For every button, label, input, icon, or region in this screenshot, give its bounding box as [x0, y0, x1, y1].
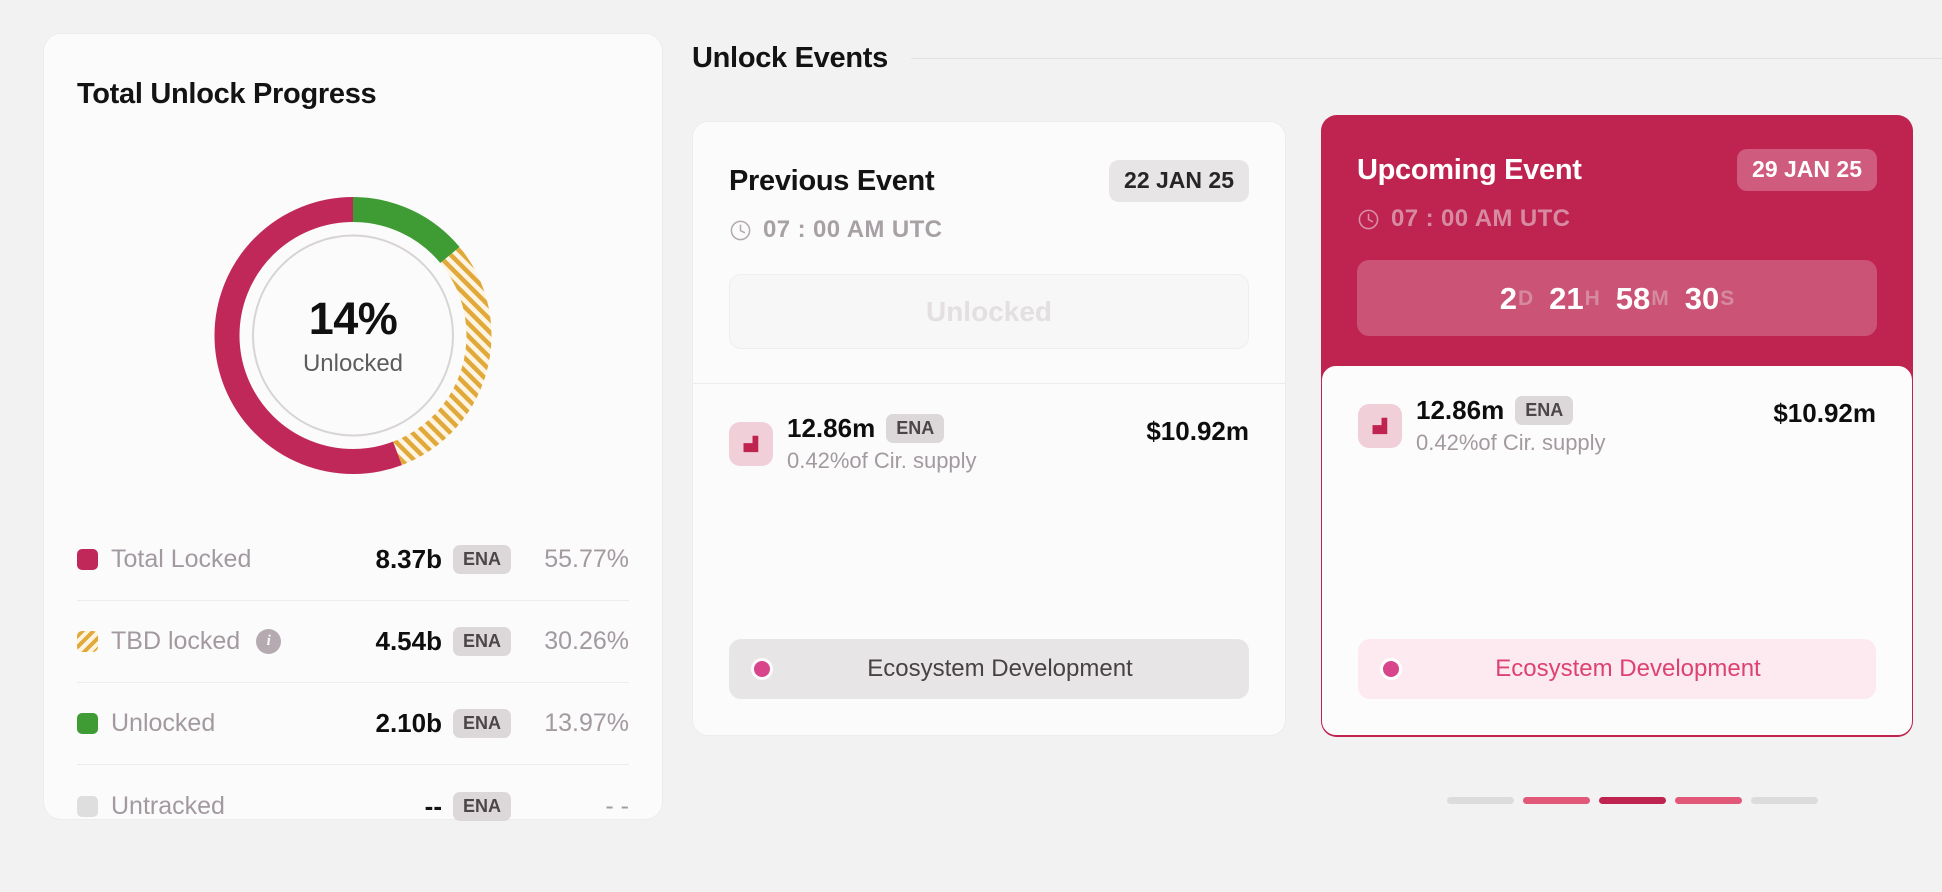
- countdown-days-unit: D: [1517, 286, 1534, 310]
- unlocked-caption: Unlocked: [302, 349, 404, 377]
- token-unit-chip: ENA: [452, 709, 511, 738]
- upcoming-event-date-badge: 29 JAN 25: [1737, 149, 1877, 191]
- grey-swatch: [77, 795, 98, 817]
- category-dot-icon: [751, 658, 773, 680]
- unlock-donut-chart: 14% Unlocked: [212, 194, 495, 477]
- countdown-seconds-unit: S: [1720, 286, 1735, 310]
- token-unit-chip: ENA: [452, 791, 511, 821]
- unlock-events-header: Unlock Events: [692, 42, 1942, 75]
- countdown-timer: 2 D 21 H 58 M 30 S: [1357, 260, 1877, 336]
- info-icon[interactable]: i: [256, 629, 282, 654]
- upcoming-event-time-row: 07 : 00 AM UTC: [1357, 205, 1877, 233]
- previous-event-time: 07 : 00 AM UTC: [763, 216, 943, 243]
- upcoming-event-token-row: 12.86m ENA 0.42%of Cir. supply $10.92m: [1322, 366, 1912, 456]
- legend-label: Total Locked: [111, 545, 252, 573]
- legend-row-untracked: Untracked -- ENA - -: [77, 765, 629, 847]
- token-usd-value: $10.92m: [1773, 398, 1876, 428]
- token-amount: 12.86m: [787, 413, 876, 443]
- legend-value: 8.37b: [375, 544, 442, 574]
- upcoming-event-header: Upcoming Event 29 JAN 25 07 : 00 AM UTC: [1321, 115, 1913, 233]
- upcoming-event-time: 07 : 00 AM UTC: [1391, 205, 1571, 232]
- legend-percent: - -: [605, 791, 629, 820]
- token-amount: 12.86m: [1416, 395, 1505, 425]
- countdown-hours-unit: H: [1584, 286, 1600, 310]
- token-supply-note: 0.42%of Cir. supply: [787, 448, 977, 473]
- previous-event-token-row: 12.86m ENA 0.42%of Cir. supply $10.92m: [693, 384, 1285, 474]
- previous-event-date-badge: 22 JAN 25: [1109, 160, 1249, 202]
- category-pill[interactable]: Ecosystem Development: [1358, 639, 1876, 699]
- unlocked-percent: 14%: [308, 292, 398, 344]
- category-label: Ecosystem Development: [867, 655, 1133, 682]
- legend-row-total-locked: Total Locked 8.37b ENA 55.77%: [77, 519, 629, 601]
- token-info: 12.86m ENA 0.42%of Cir. supply: [787, 413, 977, 474]
- header-divider: [910, 58, 1942, 59]
- page-title: Total Unlock Progress: [77, 78, 377, 110]
- category-dot-icon: [1380, 658, 1402, 680]
- countdown-minutes-unit: M: [1651, 286, 1669, 310]
- crimson-swatch: [77, 549, 98, 570]
- legend-percent: 30.26%: [544, 627, 629, 655]
- upcoming-event-footer: Ecosystem Development: [1322, 639, 1912, 735]
- clock-icon: [1358, 209, 1379, 229]
- legend-percent: 13.97%: [544, 709, 629, 737]
- ena-token-glyph: [1372, 417, 1388, 434]
- unlock-legend: Total Locked 8.37b ENA 55.77% TBD locked…: [77, 519, 629, 847]
- pagination-bar-2[interactable]: [1523, 797, 1590, 804]
- donut-center-label: 14% Unlocked: [212, 194, 495, 477]
- striped-gold-swatch: [77, 631, 98, 652]
- carousel-pagination[interactable]: [1447, 797, 1818, 804]
- countdown-seconds: 30: [1684, 280, 1720, 316]
- token-unit-chip: ENA: [1515, 396, 1574, 425]
- pagination-bar-3-active[interactable]: [1599, 797, 1666, 804]
- legend-value: 4.54b: [375, 626, 442, 656]
- token-unit-chip: ENA: [452, 627, 511, 656]
- countdown-minutes: 58: [1615, 280, 1651, 316]
- previous-event-card[interactable]: Previous Event 22 JAN 25 07 : 00 AM UTC …: [692, 121, 1286, 736]
- countdown-days: 2: [1499, 280, 1517, 316]
- pagination-bar-1[interactable]: [1447, 797, 1514, 804]
- previous-event-status-box: Unlocked: [729, 274, 1249, 349]
- section-title: Unlock Events: [692, 42, 888, 74]
- token-unit-chip: ENA: [886, 414, 945, 443]
- legend-label: Unlocked: [111, 709, 216, 737]
- legend-percent: 55.77%: [544, 545, 629, 573]
- clock-icon: [730, 220, 751, 240]
- legend-row-unlocked: Unlocked 2.10b ENA 13.97%: [77, 683, 629, 765]
- ena-token-icon: [1358, 403, 1402, 448]
- legend-value: 2.10b: [375, 708, 442, 738]
- upcoming-event-card[interactable]: Upcoming Event 29 JAN 25 07 : 00 AM UTC …: [1321, 115, 1913, 737]
- category-label: Ecosystem Development: [1495, 655, 1761, 682]
- legend-label: TBD locked: [111, 627, 241, 655]
- total-unlock-progress-card: Total Unlock Progress 14% Unlocked Total…: [43, 33, 663, 821]
- countdown-hours: 21: [1549, 280, 1584, 316]
- pagination-bar-4[interactable]: [1675, 797, 1742, 804]
- previous-event-header: Previous Event 22 JAN 25 07 : 00 AM UTC: [693, 122, 1285, 244]
- token-info: 12.86m ENA 0.42%of Cir. supply: [1416, 395, 1606, 456]
- token-amount-row: 12.86m ENA: [1416, 395, 1606, 426]
- status-badge: Unlocked: [925, 295, 1053, 327]
- upcoming-event-title-row: Upcoming Event 29 JAN 25: [1357, 149, 1877, 191]
- upcoming-event-body: 12.86m ENA 0.42%of Cir. supply $10.92m E…: [1321, 364, 1913, 737]
- legend-value: --: [424, 790, 442, 821]
- unlock-dashboard: Total Unlock Progress 14% Unlocked Total…: [0, 0, 1942, 892]
- ena-token-icon: [729, 421, 773, 466]
- token-usd-value: $10.92m: [1146, 416, 1249, 446]
- upcoming-event-title: Upcoming Event: [1357, 153, 1582, 186]
- token-unit-chip: ENA: [452, 545, 511, 574]
- previous-event-title-row: Previous Event 22 JAN 25: [729, 160, 1249, 202]
- pagination-bar-5[interactable]: [1751, 797, 1818, 804]
- green-swatch: [77, 713, 98, 734]
- token-supply-note: 0.42%of Cir. supply: [1416, 430, 1606, 455]
- previous-event-time-row: 07 : 00 AM UTC: [729, 216, 1249, 244]
- token-amount-row: 12.86m ENA: [787, 413, 977, 444]
- category-pill[interactable]: Ecosystem Development: [729, 639, 1249, 699]
- legend-label: Untracked: [111, 791, 225, 820]
- ena-token-glyph: [743, 435, 759, 452]
- previous-event-title: Previous Event: [729, 164, 935, 197]
- legend-row-tbd-locked: TBD locked i 4.54b ENA 30.26%: [77, 601, 629, 683]
- previous-event-footer: Ecosystem Development: [693, 639, 1285, 735]
